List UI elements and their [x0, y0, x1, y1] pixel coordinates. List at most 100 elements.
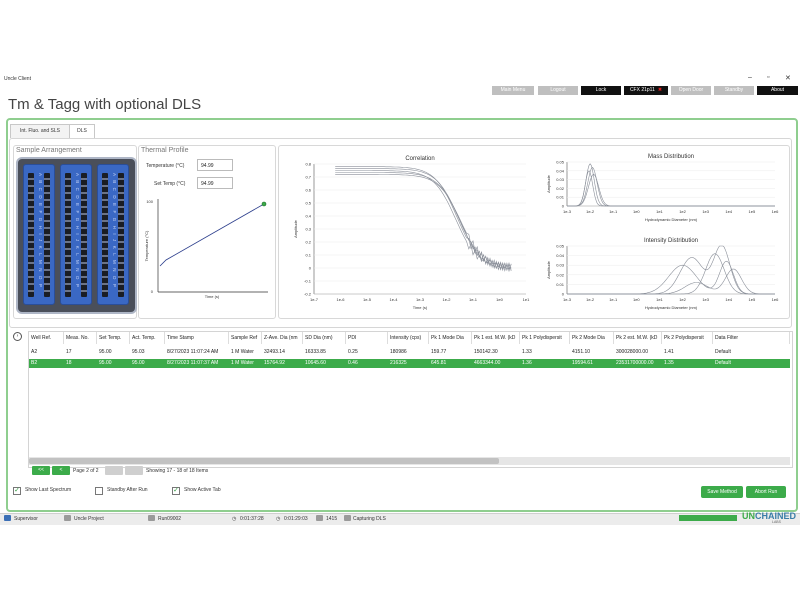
- table-cell: B2: [31, 360, 38, 366]
- abort-run-button[interactable]: Abort Run: [746, 486, 786, 498]
- column-header[interactable]: Intensity (cps): [388, 332, 429, 344]
- standby-after-run-checkbox[interactable]: [95, 487, 103, 495]
- temperature-field: 94.99: [197, 159, 233, 171]
- close-icon[interactable]: ✕: [785, 74, 791, 82]
- standby-button[interactable]: Standby: [714, 86, 754, 95]
- column-header[interactable]: Well Ref.: [29, 332, 64, 344]
- mass-y-tick: 0.01: [556, 195, 565, 200]
- table-cell: 95.00: [132, 360, 145, 366]
- status-run: Run09002: [158, 516, 182, 522]
- scrollbar-thumb[interactable]: [29, 458, 499, 464]
- table-row[interactable]: A2 17 95.00 95.03 8/27/2023 11:07:24 AM 1 M W…: [29, 348, 790, 357]
- correlation-y-tick: -0.2: [304, 292, 312, 297]
- intensity-x-tick: 1e3: [702, 297, 709, 302]
- about-button[interactable]: About: [757, 86, 798, 95]
- mass-x-tick: 1e-2: [586, 209, 595, 214]
- table-cell: 8/27/2023 11:07:24 AM: [167, 349, 219, 355]
- first-page-button[interactable]: <<: [32, 466, 50, 475]
- sample-strip-1[interactable]: A B C D E F G H I J K L M N O P: [23, 164, 55, 305]
- correlation-chart: Correlation 0.8 0.7 0.6 0.5 0.4 0.3 0.2 0.1 0 -0.1…: [293, 156, 530, 310]
- tab-int-fluo-sls[interactable]: Int. Fluo. and SLS: [10, 124, 70, 138]
- column-header[interactable]: Pk 2 est. M.W. (kD: [614, 332, 662, 344]
- folder-icon: [64, 515, 71, 521]
- column-header[interactable]: Z-Ave. Dia (nm: [262, 332, 303, 344]
- standby-after-run-label: Standby After Run: [107, 487, 148, 493]
- column-header[interactable]: Meas. No.: [64, 332, 97, 344]
- intensity-ylabel: Amplitude: [546, 260, 551, 279]
- table-cell: 300028000.00: [616, 349, 648, 355]
- correlation-x-tick: 1e1: [523, 297, 530, 302]
- correlation-series-line: [335, 170, 512, 273]
- correlation-xlabel: Time (s): [413, 305, 428, 310]
- correlation-series-line: [335, 166, 512, 272]
- column-header[interactable]: Act. Temp.: [130, 332, 165, 344]
- logout-button[interactable]: Logout: [538, 86, 578, 95]
- table-cell: 159.77: [431, 349, 447, 355]
- expand-icon[interactable]: ›: [13, 332, 22, 341]
- column-header[interactable]: Data Filter: [713, 332, 790, 344]
- column-header[interactable]: Time Stamp: [165, 332, 229, 344]
- intensity-y-tick: 0.04: [556, 253, 565, 258]
- table-cell: A2: [31, 349, 38, 355]
- status-count: 1415: [326, 516, 338, 522]
- last-page-button[interactable]: >>: [125, 466, 143, 475]
- mass-y-tick: 0.02: [556, 186, 565, 191]
- column-header[interactable]: Sample Ref: [229, 332, 262, 344]
- intensity-x-tick: 1e-1: [609, 297, 618, 302]
- column-header[interactable]: SD Dia (nm): [303, 332, 346, 344]
- column-header[interactable]: Pk 1 Mode Dia: [429, 332, 472, 344]
- lock-button[interactable]: Lock: [581, 86, 621, 95]
- thermal-profile-chart: 100 0 Temperature (°C) Time (s): [144, 199, 268, 299]
- thermal-ramp-line: [159, 203, 265, 267]
- temperature-label: Temperature (°C): [146, 163, 185, 169]
- table-cell: 8/27/2023 11:07:37 AM: [167, 360, 219, 366]
- correlation-y-tick: -0.1: [304, 279, 312, 284]
- correlation-ylabel: Amplitude: [293, 219, 298, 238]
- tab-dls[interactable]: DLS: [69, 124, 95, 138]
- status-remaining: 0:01:29:03: [284, 516, 308, 522]
- show-active-tab-checkbox[interactable]: ✓: [172, 487, 180, 495]
- correlation-x-tick: 1e0: [496, 297, 503, 302]
- sample-strip-3[interactable]: A B C D E F G H I J K L M N O P: [97, 164, 129, 305]
- column-header[interactable]: Pk 2 Polydispersit: [662, 332, 713, 344]
- set-temp-field[interactable]: 94.99: [197, 177, 233, 189]
- main-menu-button[interactable]: Main Menu: [492, 86, 534, 95]
- next-page-button[interactable]: >: [105, 466, 123, 475]
- activity-icon: [344, 515, 351, 521]
- table-cell: 1.41: [664, 349, 674, 355]
- counter-icon: [316, 515, 323, 521]
- correlation-y-tick: 0.8: [305, 162, 311, 167]
- column-header[interactable]: Pk 1 Polydispersit: [520, 332, 570, 344]
- open-door-button[interactable]: Open Door: [671, 86, 711, 95]
- sample-strip-2[interactable]: A B C D E F G H I J K L M N O P: [60, 164, 92, 305]
- column-header[interactable]: PDI: [346, 332, 388, 344]
- maximize-icon[interactable]: ▫: [767, 74, 769, 81]
- thermal-xlabel: Time (s): [205, 294, 220, 299]
- timer-icon: ◷: [276, 516, 281, 522]
- well-column: [28, 173, 34, 297]
- intensity-xlabel: Hydrodynamic Diameter (nm): [645, 305, 698, 310]
- column-header[interactable]: Pk 2 Mode Dia: [570, 332, 614, 344]
- check-icon: ✓: [14, 487, 20, 494]
- show-last-spectrum-checkbox[interactable]: ✓: [13, 487, 21, 495]
- table-cell: 1 M Water: [231, 360, 254, 366]
- minimize-icon[interactable]: –: [748, 74, 752, 81]
- check-icon: ✓: [173, 487, 179, 494]
- sample-arrangement-title: Sample Arrangement: [16, 147, 82, 154]
- column-header[interactable]: Pk 1 est. M.W. (kD: [472, 332, 520, 344]
- prev-page-button[interactable]: <: [52, 466, 70, 475]
- well-column: [44, 173, 50, 297]
- thermal-ylabel: Temperature (°C): [144, 230, 149, 261]
- run-icon: [148, 515, 155, 521]
- intensity-x-tick: 1e1: [656, 297, 663, 302]
- correlation-x-tick: 1e-6: [336, 297, 345, 302]
- intensity-y-tick: 0.05: [556, 244, 565, 249]
- table-cell: 95.00: [99, 349, 112, 355]
- column-header[interactable]: Set Temp.: [97, 332, 130, 344]
- correlation-y-tick: 0: [309, 266, 312, 271]
- table-cell: 95.00: [99, 360, 112, 366]
- table-row[interactable]: B2 18 95.00 95.00 8/27/2023 11:07:37 AM 1 M W…: [29, 359, 790, 368]
- instrument-button[interactable]: CFX 21p11 ✖: [624, 86, 668, 95]
- correlation-y-tick: 0.4: [305, 214, 311, 219]
- save-method-button[interactable]: Save Method: [701, 486, 743, 498]
